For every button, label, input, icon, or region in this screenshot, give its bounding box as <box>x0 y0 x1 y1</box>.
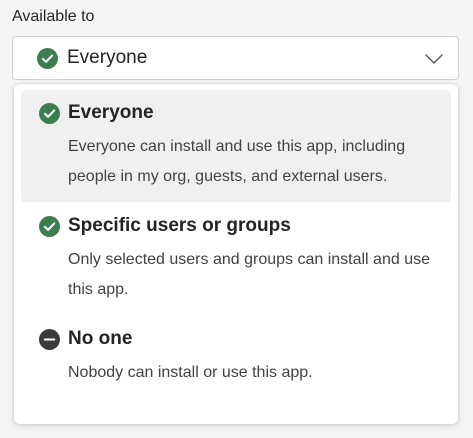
option-description: Nobody can install or use this app. <box>68 364 313 381</box>
option-specific-users-or-groups[interactable]: Specific users or groups Only selected u… <box>21 202 451 315</box>
check-circle-icon <box>37 47 58 69</box>
option-description: Everyone can install and use this app, i… <box>68 138 406 185</box>
availability-select[interactable]: Everyone <box>12 36 459 80</box>
option-title: Everyone <box>68 102 154 123</box>
option-no-one[interactable]: No one Nobody can install or use this ap… <box>21 315 451 398</box>
dropdown-listbox: Everyone Everyone can install and use th… <box>14 84 458 424</box>
chevron-down-icon[interactable] <box>424 49 444 69</box>
field-label: Available to <box>12 8 95 25</box>
option-everyone[interactable]: Everyone Everyone can install and use th… <box>21 90 451 202</box>
select-value: Everyone <box>67 47 148 68</box>
check-circle-icon <box>39 102 60 124</box>
availability-picker: Available to Everyone Everyone Everyone … <box>0 0 473 438</box>
option-description: Only selected users and groups can insta… <box>68 251 430 298</box>
minus-circle-icon <box>39 328 60 350</box>
option-title: No one <box>68 328 133 349</box>
check-circle-icon <box>39 215 60 237</box>
option-title: Specific users or groups <box>68 215 291 236</box>
